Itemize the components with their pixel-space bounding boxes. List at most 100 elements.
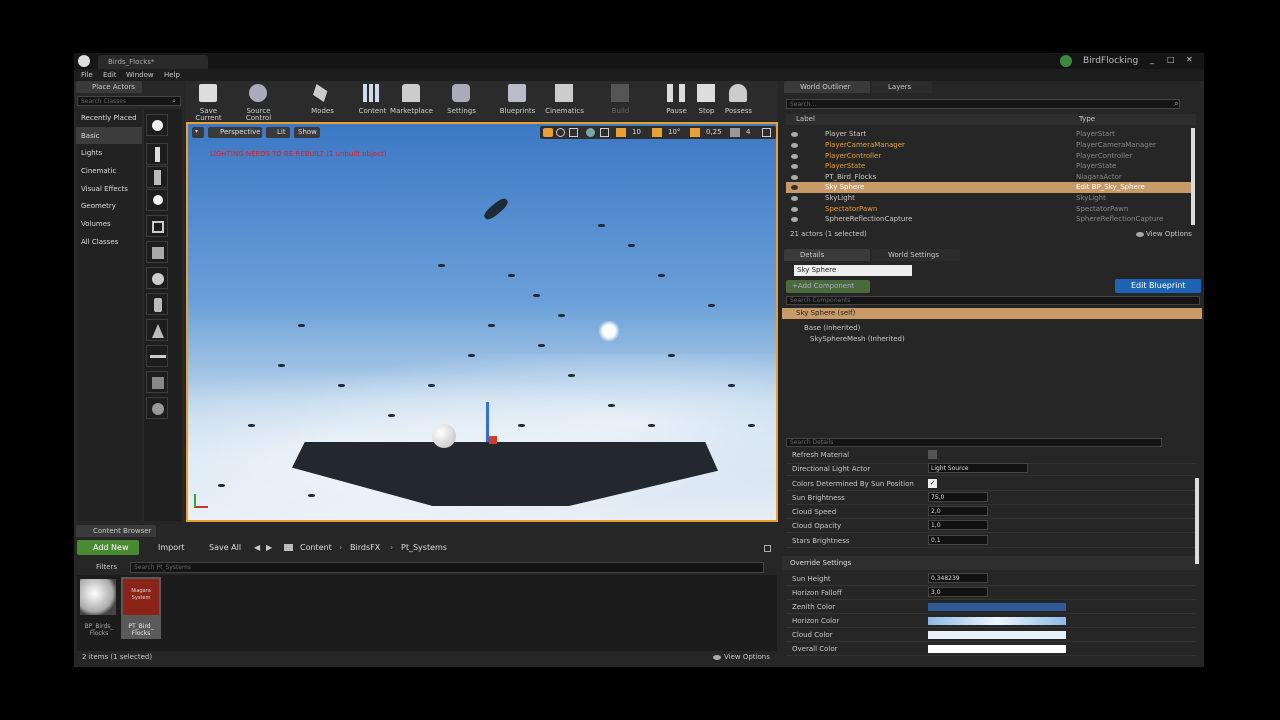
sun-height-field[interactable]: 0,348239 [928, 573, 988, 583]
outliner-scrollbar[interactable] [1191, 128, 1195, 225]
camera-speed-icon[interactable] [730, 128, 740, 137]
point-light-thumb[interactable] [146, 189, 168, 211]
close-button[interactable]: ✕ [1186, 56, 1193, 64]
sphere-thumb[interactable] [146, 267, 168, 289]
pawn-thumb[interactable] [146, 166, 168, 188]
edit-blueprint-button[interactable]: Edit Blueprint [1115, 279, 1201, 293]
document-tab[interactable]: Birds_Flocks* [98, 55, 208, 69]
rotate-mode-icon[interactable] [556, 128, 565, 137]
horizon-falloff-field[interactable]: 3,0 [928, 587, 988, 597]
gizmo-red-handle[interactable] [489, 436, 497, 444]
filters-button[interactable]: Filters [78, 562, 128, 573]
category-volumes[interactable]: Volumes [76, 215, 142, 232]
breadcrumb-pt-systems[interactable]: Pt_Systems [401, 544, 447, 552]
category-geometry[interactable]: Geometry [76, 197, 142, 214]
tab-world-outliner[interactable]: World Outliner [784, 81, 870, 93]
empty-actor-thumb[interactable] [146, 114, 168, 136]
cube-thumb[interactable] [146, 241, 168, 263]
content-search-input[interactable]: Search Pt_Systems [130, 562, 764, 573]
visibility-eye-icon[interactable] [791, 154, 798, 159]
refresh-material-checkbox[interactable] [928, 450, 937, 459]
scale-snap-icon[interactable] [690, 128, 700, 137]
menu-file[interactable]: File [81, 72, 93, 79]
maximize-viewport-icon[interactable] [762, 128, 771, 137]
search-components-input[interactable]: Search Components [786, 296, 1200, 305]
perspective-button[interactable]: Perspective [208, 127, 262, 138]
visibility-eye-icon[interactable] [791, 185, 798, 190]
grid-snap-icon[interactable] [616, 128, 626, 137]
plane-thumb[interactable] [146, 345, 168, 367]
character-thumb[interactable] [146, 143, 168, 165]
minimize-button[interactable]: _ [1150, 56, 1154, 64]
save-all-button[interactable]: Save All [196, 540, 244, 555]
zenith-color-swatch[interactable] [928, 603, 1066, 611]
show-button[interactable]: Show [294, 127, 320, 138]
category-lights[interactable]: Lights [76, 144, 142, 161]
category-all-classes[interactable]: All Classes [76, 233, 142, 250]
tab-details[interactable]: Details [784, 249, 870, 261]
surface-snap-icon[interactable] [600, 128, 609, 137]
toolbar-settings-button[interactable]: Settings [439, 81, 484, 118]
toolbar-marketplace-button[interactable]: Marketplace [389, 81, 434, 118]
level-viewport[interactable]: ▾ Perspective Lit Show LIGHTING NEEDS TO… [186, 122, 778, 522]
camera-speed-value[interactable]: 4 [746, 129, 750, 136]
content-browser-tab[interactable]: Content Browser [76, 525, 156, 537]
toolbar-source-control-button[interactable]: Source Control [236, 81, 281, 122]
scale-snap-value[interactable]: 0,25 [706, 129, 722, 136]
toolbar-save-current-button[interactable]: Save Current [186, 81, 231, 122]
colors-by-sun-checkbox[interactable]: ✓ [928, 479, 937, 488]
cloud-color-swatch[interactable] [928, 631, 1066, 639]
outliner-search-input[interactable]: Search... [786, 99, 1180, 109]
visibility-eye-icon[interactable] [791, 175, 798, 180]
category-cinematic[interactable]: Cinematic [76, 162, 142, 179]
sun-brightness-field[interactable]: 75,0 [928, 492, 988, 502]
grid-snap-value[interactable]: 10 [632, 129, 641, 136]
box-trigger-thumb[interactable] [146, 371, 168, 393]
add-component-button[interactable]: +Add Component [786, 280, 870, 293]
stars-brightness-field[interactable]: 0,1 [928, 535, 988, 545]
visibility-eye-icon[interactable] [791, 143, 798, 148]
asset-pt-bird-flocks[interactable]: Niagara System PT_Bird_ Flocks [121, 577, 161, 639]
outliner-row-player-camera-manager[interactable]: PlayerCameraManager PlayerCameraManager [786, 140, 1198, 151]
cloud-opacity-field[interactable]: 1,0 [928, 520, 988, 530]
viewport-options-button[interactable]: ▾ [192, 127, 204, 138]
add-new-button[interactable]: Add New [77, 540, 139, 555]
actor-name-input[interactable]: Sky Sphere [794, 265, 912, 276]
menu-window[interactable]: Window [126, 72, 154, 79]
visibility-eye-icon[interactable] [791, 217, 798, 222]
visibility-eye-icon[interactable] [791, 196, 798, 201]
edit-blueprint-link[interactable]: Edit BP_Sky_Sphere [1076, 184, 1145, 191]
override-settings-header[interactable]: Override Settings [782, 556, 1200, 570]
scale-mode-icon[interactable] [569, 128, 578, 137]
search-details-input[interactable]: Search Details [786, 438, 1162, 447]
toolbar-cinematics-button[interactable]: Cinematics [542, 81, 587, 118]
category-recently-placed[interactable]: Recently Placed [76, 109, 142, 126]
visibility-eye-icon[interactable] [791, 132, 798, 137]
overall-color-swatch[interactable] [928, 645, 1066, 653]
sphere-trigger-thumb[interactable] [146, 397, 168, 419]
sky-sphere-actor[interactable] [432, 424, 456, 448]
rotation-snap-value[interactable]: 10° [668, 129, 680, 136]
asset-bp-birds-flocks[interactable]: BP_Birds_ Flocks [79, 577, 119, 637]
maximize-button[interactable]: □ [1167, 56, 1175, 64]
toolbar-build-button[interactable]: Build [598, 81, 643, 118]
player-start-thumb[interactable] [146, 215, 168, 237]
column-label[interactable]: Label [796, 116, 815, 123]
visibility-eye-icon[interactable] [791, 207, 798, 212]
import-button[interactable]: Import [146, 540, 186, 555]
back-arrow-icon[interactable]: ◀ [254, 544, 260, 552]
column-type[interactable]: Type [1079, 116, 1095, 123]
outliner-view-options-button[interactable]: View Options [1146, 231, 1192, 238]
category-basic[interactable]: Basic [76, 127, 142, 144]
cylinder-thumb[interactable] [146, 293, 168, 315]
outliner-row-player-start[interactable]: Player Start PlayerStart [786, 129, 1198, 140]
tab-world-settings[interactable]: World Settings [872, 249, 960, 261]
cone-thumb[interactable] [146, 319, 168, 341]
visibility-eye-icon[interactable] [791, 164, 798, 169]
directional-light-dropdown[interactable]: Light Source [928, 463, 1028, 473]
cloud-speed-field[interactable]: 2,0 [928, 506, 988, 516]
outliner-row-sky-sphere[interactable]: Sky Sphere Edit BP_Sky_Sphere [786, 182, 1192, 193]
place-actors-tab[interactable]: Place Actors [76, 81, 142, 93]
menu-help[interactable]: Help [164, 72, 180, 79]
toolbar-blueprints-button[interactable]: Blueprints [495, 81, 540, 118]
